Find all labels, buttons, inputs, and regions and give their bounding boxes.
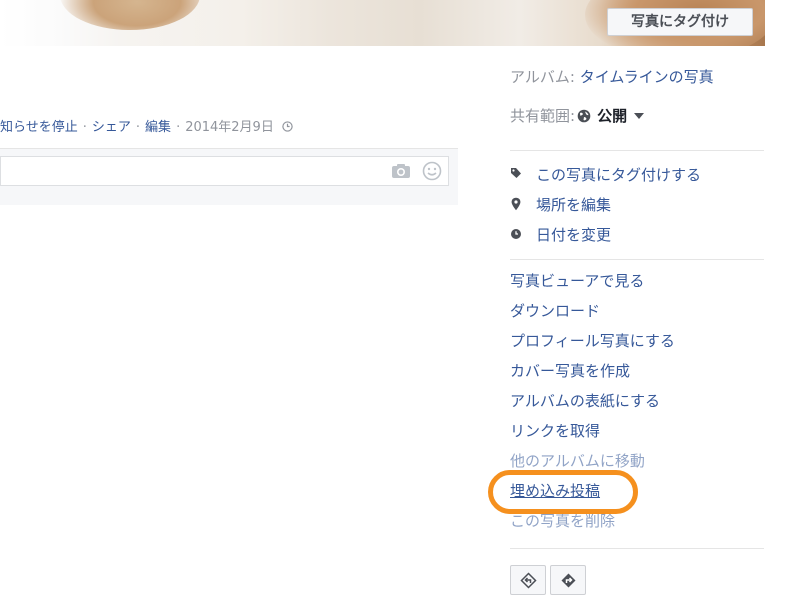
comment-section: [0, 148, 458, 205]
edit-location-action[interactable]: 場所を編集: [510, 194, 611, 216]
action-label: 日付を変更: [536, 226, 612, 244]
meta-separator: ·: [135, 120, 141, 135]
clock-icon: [511, 229, 521, 239]
clock-icon: [282, 121, 293, 132]
rotate-right-button[interactable]: [550, 565, 586, 595]
move-to-other-album-link[interactable]: 他のアルバムに移動: [510, 450, 645, 472]
photo-image[interactable]: 写真にタグ付け: [0, 0, 765, 46]
caret-down-icon[interactable]: [634, 113, 645, 119]
globe-icon: [577, 109, 591, 123]
create-cover-photo-link[interactable]: カバー写真を作成: [510, 360, 630, 382]
album-label: アルバム:: [510, 68, 575, 86]
privacy-label: 共有範囲:: [510, 107, 576, 125]
photo-detail-left: [60, 0, 200, 30]
privacy-row: 共有範囲: 公開: [510, 105, 645, 127]
view-in-photo-viewer-link[interactable]: 写真ビューアで見る: [510, 270, 644, 292]
comment-input[interactable]: [0, 156, 449, 186]
action-label: この写真にタグ付けする: [536, 166, 702, 184]
rotate-controls: [510, 565, 588, 595]
divider: [510, 150, 764, 151]
make-album-cover-link[interactable]: アルバムの表紙にする: [510, 390, 660, 412]
album-row: アルバム: タイムラインの写真: [510, 66, 714, 88]
tag-this-photo-action[interactable]: この写真にタグ付けする: [510, 164, 701, 186]
tag-icon: [511, 168, 521, 178]
divider: [510, 548, 764, 549]
edit-link[interactable]: 編集: [145, 120, 171, 135]
privacy-selector[interactable]: 公開: [597, 107, 627, 125]
make-profile-picture-link[interactable]: プロフィール写真にする: [510, 330, 675, 352]
share-link[interactable]: シェア: [92, 120, 131, 135]
camera-icon[interactable]: [391, 163, 411, 179]
location-pin-icon: [511, 197, 521, 211]
get-link-link[interactable]: リンクを取得: [510, 420, 600, 442]
rotate-right-icon: [561, 573, 576, 588]
album-link[interactable]: タイムラインの写真: [580, 68, 714, 86]
post-date[interactable]: 2014年2月9日: [185, 120, 274, 135]
divider: [510, 259, 764, 260]
highlight-annotation-ring: [488, 470, 638, 514]
meta-separator: ·: [82, 120, 87, 135]
story-meta-line: 知らせを停止 · シェア · 編集 · 2014年2月9日: [0, 117, 293, 139]
emoji-icon[interactable]: [422, 161, 442, 181]
download-link[interactable]: ダウンロード: [510, 300, 600, 322]
unfollow-link[interactable]: 知らせを停止: [0, 120, 78, 135]
tag-photo-button[interactable]: 写真にタグ付け: [607, 8, 753, 36]
change-date-action[interactable]: 日付を変更: [510, 224, 611, 246]
rotate-left-icon: [520, 572, 537, 589]
rotate-left-button[interactable]: [510, 565, 546, 595]
action-label: 場所を編集: [536, 196, 612, 214]
meta-separator: ·: [176, 120, 181, 135]
